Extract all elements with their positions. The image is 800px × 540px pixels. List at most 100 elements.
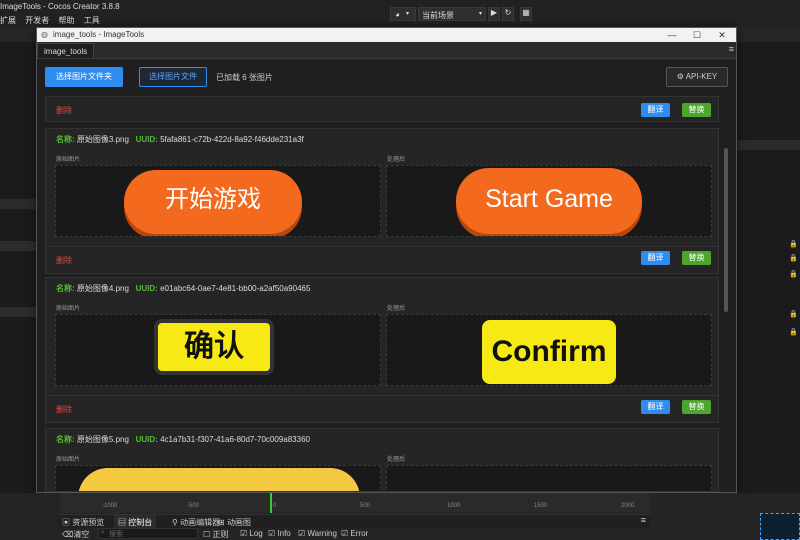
replace-button[interactable]: 替换 <box>682 251 711 265</box>
tab-label: 资源预览 <box>72 518 105 527</box>
grid-icon: ▦ <box>522 8 530 17</box>
original-image-label: 原始图片 <box>56 306 81 312</box>
bottom-tab-bar: ▣ 资源预览 ▤ 控制台 ⚲ 动画编辑器 ⊞ 动画图 ≡ <box>58 514 650 528</box>
original-image-preview <box>78 468 360 491</box>
lock-icon[interactable]: 🔒 <box>789 254 798 262</box>
image-item-card: 名称: 原始图像4.png UUID: e01abc64-0ae7-4e81-b… <box>45 277 719 423</box>
info-checkbox[interactable]: ☑ Info <box>268 529 291 538</box>
uuid-label: UUID: <box>135 284 158 293</box>
select-file-button[interactable]: 选择图片文件 <box>139 67 207 87</box>
scene-select[interactable]: 当前场景 ▾ <box>418 7 486 21</box>
layout-button[interactable]: ▦ <box>520 7 532 21</box>
processed-image-box: Confirm <box>386 314 712 386</box>
api-key-label: API-KEY <box>685 72 718 81</box>
close-button[interactable]: ✕ <box>707 28 737 42</box>
play-icon: ▶ <box>490 8 498 17</box>
bottom-panel: -1000 -500 0 500 1000 1500 2000 ▣ 资源预览 ▤… <box>0 493 800 540</box>
menu-icon[interactable]: ≡ <box>729 44 734 54</box>
menu-item-developer[interactable]: 开发者 <box>25 16 49 25</box>
animation-icon: ⚲ <box>172 518 178 527</box>
chevron-down-icon: ▾ <box>406 11 410 17</box>
menu-item-tools[interactable]: 工具 <box>84 16 100 25</box>
terminal-icon: ▤ <box>118 518 126 527</box>
uuid-label: UUID: <box>135 435 158 444</box>
name-label: 名称: <box>56 135 75 144</box>
tab-animation-editor[interactable]: ⚲ 动画编辑器 <box>172 517 220 528</box>
menu-icon[interactable]: ≡ <box>641 515 646 525</box>
refresh-button[interactable]: ↻ <box>502 7 514 21</box>
left-panel-header <box>0 199 36 209</box>
image-icon: ▣ <box>62 518 70 527</box>
divider <box>46 246 718 247</box>
console-search-input[interactable]: ⌕ 搜索 <box>98 528 198 539</box>
processed-image-box <box>386 465 712 491</box>
tab-console[interactable]: ▤ 控制台 <box>114 515 157 528</box>
left-panel-row <box>0 241 36 251</box>
item-name: 原始图像4.png <box>76 284 129 293</box>
replace-button[interactable]: 替换 <box>682 103 711 117</box>
tab-label: 动画图 <box>226 518 251 527</box>
uuid-label: UUID: <box>135 135 158 144</box>
replace-button[interactable]: 替换 <box>682 400 711 414</box>
processed-image-label: 处理后 <box>387 457 406 463</box>
lock-icon[interactable]: 🔒 <box>789 328 798 336</box>
timeline-tick: 0 <box>273 503 277 509</box>
tab-label: 控制台 <box>128 518 153 527</box>
scrollbar[interactable] <box>724 136 728 416</box>
image-item-card: 名称: 原始图像5.png UUID: 4c1a7b31-f307-41a6-8… <box>45 428 719 492</box>
checkbox-label: Log <box>249 529 263 538</box>
item-info-row: 名称: 原始图像3.png UUID: 5fafa861-c72b-422d-8… <box>56 134 304 145</box>
select-folder-button[interactable]: 选择图片文件夹 <box>45 67 123 87</box>
translate-button[interactable]: 翻译 <box>641 103 670 117</box>
name-label: 名称: <box>56 435 75 444</box>
window-title: image_tools - ImageTools <box>53 30 145 39</box>
scene-select-value: 当前场景 <box>422 11 454 20</box>
original-image-label: 原始图片 <box>56 457 81 463</box>
left-panel <box>0 42 36 493</box>
graph-icon: ⊞ <box>218 518 225 527</box>
tab-label: 动画编辑器 <box>180 518 221 527</box>
app-icon: ◍ <box>41 30 48 39</box>
translate-button[interactable]: 翻译 <box>641 251 670 265</box>
menu-item-help[interactable]: 帮助 <box>58 16 74 25</box>
lock-icon[interactable]: 🔒 <box>789 310 798 318</box>
error-checkbox[interactable]: ☑ Error <box>341 529 368 538</box>
name-label: 名称: <box>56 284 75 293</box>
refresh-icon: ↻ <box>504 8 512 17</box>
timeline-ruler[interactable]: -1000 -500 0 500 1000 1500 2000 <box>60 493 650 513</box>
timeline-tick: 1000 <box>447 503 461 509</box>
play-button[interactable]: ▶ <box>488 7 500 21</box>
api-key-button[interactable]: ⚙ API-KEY <box>666 67 728 87</box>
lock-icon[interactable]: 🔒 <box>789 270 798 278</box>
checkbox-label: Info <box>277 529 291 538</box>
tab-asset-preview[interactable]: ▣ 资源预览 <box>62 517 104 528</box>
right-panel-header <box>737 140 800 150</box>
tab-label: image_tools <box>44 47 88 56</box>
lock-icon[interactable]: 🔒 <box>789 240 798 248</box>
scene-mode-button[interactable]: ◕ ▾ <box>390 7 416 21</box>
tab-animation-graph[interactable]: ⊞ 动画图 <box>218 517 251 528</box>
regex-checkbox[interactable]: ☐ 正则 <box>203 529 228 540</box>
tab-image-tools[interactable]: image_tools <box>37 43 95 58</box>
warning-checkbox[interactable]: ☑ Warning <box>298 529 337 538</box>
image-tools-window: ◍ image_tools - ImageTools — ☐ ✕ image_t… <box>36 27 737 493</box>
scrollbar-thumb[interactable] <box>724 148 728 312</box>
left-panel-row <box>0 307 36 317</box>
delete-button[interactable]: 删除 <box>56 255 72 266</box>
original-image-box: 开始游戏 <box>55 165 381 237</box>
app-title: ImageTools - Cocos Creator 3.8.8 <box>0 2 120 11</box>
loaded-status: 已加载 6 张图片 <box>216 73 273 82</box>
delete-button[interactable]: 删除 <box>56 105 72 116</box>
translate-button[interactable]: 翻译 <box>641 400 670 414</box>
delete-button[interactable]: 删除 <box>56 404 72 415</box>
menu-item-extension[interactable]: 扩展 <box>0 16 16 25</box>
item-name: 原始图像3.png <box>76 135 129 144</box>
log-checkbox[interactable]: ☑ Log <box>240 529 263 538</box>
item-uuid: e01abc64-0ae7-4e81-bb00-a2af50a90465 <box>160 284 311 293</box>
scene-preview-thumbnail <box>760 513 800 540</box>
clear-button[interactable]: ⌫清空 <box>62 529 89 540</box>
original-image-label: 原始图片 <box>56 157 81 163</box>
item-info-row: 名称: 原始图像4.png UUID: e01abc64-0ae7-4e81-b… <box>56 283 310 294</box>
trash-icon: ⌫ <box>62 530 74 539</box>
processed-image-label: 处理后 <box>387 157 406 163</box>
